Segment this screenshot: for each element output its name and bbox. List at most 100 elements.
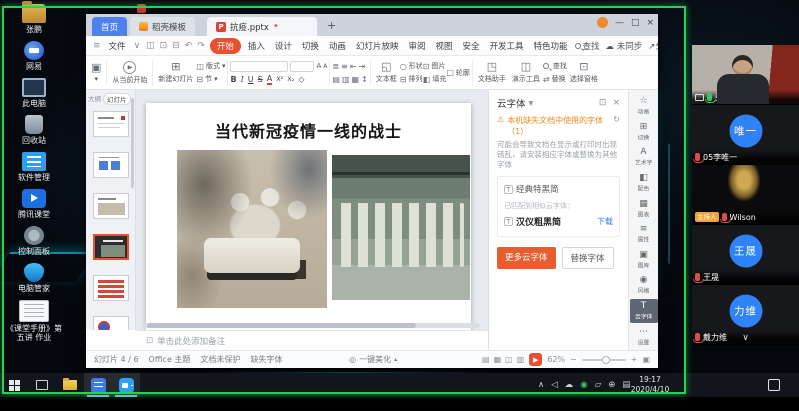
arrange-button[interactable]: ⊟排列 bbox=[400, 74, 423, 85]
theme-name[interactable]: Office 主题 bbox=[149, 354, 191, 365]
desktop-icon[interactable]: 此电脑 bbox=[2, 78, 66, 108]
file-explorer-button[interactable] bbox=[56, 373, 84, 397]
minimize-button[interactable]: — bbox=[615, 18, 624, 28]
find-button[interactable]: 查找 bbox=[575, 40, 600, 52]
refresh-icon[interactable]: ↻ bbox=[613, 115, 620, 124]
quick-tool-icon[interactable]: ↷ bbox=[196, 41, 206, 51]
menu-item[interactable]: 审阅 bbox=[405, 39, 428, 53]
view-mode-icon[interactable]: ▥ bbox=[517, 355, 525, 364]
volume-icon[interactable]: ◁ bbox=[551, 380, 558, 390]
view-mode-icon[interactable]: ▦ bbox=[494, 355, 502, 364]
number-list-icon[interactable]: ≡ bbox=[341, 62, 348, 71]
new-tab-button[interactable]: + bbox=[327, 19, 336, 32]
desktop-icon[interactable]: 控制面板 bbox=[2, 226, 66, 256]
menu-item[interactable]: 插入 bbox=[245, 39, 268, 53]
network-icon[interactable]: ▱ bbox=[595, 380, 602, 390]
quick-tool-icon[interactable]: ⊡ bbox=[159, 41, 169, 51]
doc-assistant-button[interactable]: ◳文档助手 bbox=[475, 57, 509, 88]
desktop-icon[interactable]: 张鹏 bbox=[2, 4, 66, 34]
fullscreen-button[interactable]: ▣ bbox=[642, 355, 650, 364]
align-right-icon[interactable]: ▦ bbox=[352, 75, 360, 84]
slide-thumbnail[interactable] bbox=[93, 152, 129, 178]
shrink-font-icon[interactable]: A bbox=[323, 63, 327, 70]
current-slide[interactable]: 当代新冠疫情一线的战士 bbox=[146, 103, 471, 330]
slide-thumbnail[interactable] bbox=[93, 193, 129, 219]
sidebar-tool-button[interactable]: ≡ 属性 bbox=[630, 222, 658, 247]
panel-comment-icon[interactable]: ⊡ bbox=[599, 98, 607, 108]
align-center-icon[interactable]: ▥ bbox=[342, 75, 350, 84]
menu-item[interactable]: 设计 bbox=[272, 39, 295, 53]
shape-button[interactable]: ○形状 bbox=[400, 61, 423, 72]
highlight-button[interactable]: ◇ bbox=[298, 75, 304, 84]
textbox-button[interactable]: ◱文本框 bbox=[373, 57, 400, 88]
notes-bar[interactable]: ⊡ 单击此处添加备注 bbox=[136, 330, 488, 350]
layout-button[interactable]: ◫版式▾ bbox=[196, 61, 225, 72]
slide-thumbnail[interactable] bbox=[93, 316, 129, 330]
view-mode-icon[interactable]: ▤ bbox=[482, 355, 490, 364]
user-avatar[interactable] bbox=[597, 17, 608, 28]
menu-item[interactable]: 切换 bbox=[299, 39, 322, 53]
present-tools-button[interactable]: ◫演示工具 bbox=[509, 57, 543, 88]
desktop-icon[interactable]: 回收站 bbox=[2, 115, 66, 145]
indent-decrease-icon[interactable]: ⇤ bbox=[350, 62, 357, 71]
sidebar-tool-button[interactable]: ▦ 图表 bbox=[630, 196, 658, 221]
desktop-icon[interactable]: 《课堂手册》第五讲 作业 bbox=[2, 300, 66, 342]
sidebar-tool-button[interactable]: ⋯ 设置 bbox=[630, 324, 658, 349]
task-view-button[interactable] bbox=[28, 373, 56, 397]
download-link[interactable]: 下载 bbox=[597, 216, 613, 227]
slideshow-play-button[interactable]: ▶ bbox=[529, 353, 542, 366]
zoom-slider-knob[interactable] bbox=[602, 356, 610, 364]
section-button[interactable]: ⊟节▾ bbox=[196, 74, 225, 85]
sidebar-tool-button[interactable]: T 云字体 bbox=[630, 299, 658, 324]
subscript-button[interactable]: X₂ bbox=[287, 75, 294, 83]
sidebar-tool-button[interactable]: ▣ 图库 bbox=[630, 248, 658, 273]
sync-status[interactable]: ☁ 未同步 bbox=[606, 40, 643, 52]
fill-button[interactable]: ◧填充 bbox=[423, 74, 447, 85]
selection-pane-button[interactable]: ⊡选择窗格 bbox=[567, 57, 601, 88]
watercolor-painting-image[interactable] bbox=[177, 150, 327, 308]
quick-tool-icon[interactable]: ◫ bbox=[145, 41, 156, 51]
outline-button[interactable]: □轮廓 bbox=[446, 67, 470, 78]
desktop-icon[interactable]: 网易 bbox=[2, 41, 66, 71]
horizontal-scrollbar[interactable] bbox=[144, 323, 480, 328]
menu-item[interactable]: 幻灯片放映 bbox=[353, 39, 402, 53]
start-button[interactable] bbox=[0, 373, 28, 397]
desktop-icon[interactable]: 腾讯课堂 bbox=[2, 189, 66, 219]
security-tray-icon[interactable]: ◉ bbox=[580, 380, 587, 390]
tab-docer[interactable]: 稻壳模板 bbox=[130, 17, 195, 36]
menu-file[interactable]: 文件 bbox=[106, 39, 129, 53]
missing-fonts-status[interactable]: 缺失字体 bbox=[250, 354, 282, 365]
bullet-list-icon[interactable]: ≣ bbox=[332, 62, 339, 71]
share-button[interactable]: ↗分享 bbox=[648, 40, 658, 52]
quick-tool-icon[interactable]: ↶ bbox=[184, 41, 194, 51]
protection-status[interactable]: 文档未保护 bbox=[200, 354, 240, 365]
panel-dropdown-icon[interactable]: ▾ bbox=[529, 98, 534, 109]
font-family-box[interactable] bbox=[230, 61, 288, 72]
meeting-taskbar-button[interactable] bbox=[112, 373, 140, 397]
zoom-out-button[interactable]: − bbox=[570, 355, 577, 364]
sidebar-tool-button[interactable]: ⊞ 切换 bbox=[630, 120, 658, 145]
taskbar-clock[interactable]: 19:17 2020/4/10 bbox=[630, 375, 670, 395]
sidebar-tool-button[interactable]: ◧ 配色 bbox=[630, 171, 658, 196]
ime-icon[interactable]: ⊕ bbox=[608, 380, 615, 390]
quick-tool-icon[interactable]: ⊟ bbox=[171, 41, 181, 51]
panel-close-icon[interactable]: × bbox=[612, 98, 620, 108]
cloud-tray-icon[interactable]: ☁ bbox=[565, 380, 574, 390]
zoom-in-button[interactable]: + bbox=[631, 355, 638, 364]
paste-button[interactable]: ▣▾ bbox=[88, 57, 104, 88]
menu-item[interactable]: 特色功能 bbox=[531, 39, 571, 53]
menu-item[interactable]: 动画 bbox=[326, 39, 349, 53]
replace-font-button[interactable]: 替换字体 bbox=[562, 247, 614, 269]
medical-team-photo-image[interactable] bbox=[332, 155, 470, 300]
desktop-icon[interactable]: 电脑管家 bbox=[2, 263, 66, 293]
font-color-button[interactable]: A bbox=[267, 74, 272, 85]
close-button[interactable]: × bbox=[646, 18, 654, 28]
grow-font-icon[interactable]: A bbox=[316, 62, 321, 70]
participant-tile[interactable]: 张鹏 bbox=[692, 45, 799, 105]
beautify-button[interactable]: ◎ 一键美化 ▴ bbox=[349, 354, 397, 365]
strike-button[interactable]: S bbox=[258, 75, 263, 84]
sidebar-tool-button[interactable]: ☆ 动画 bbox=[630, 94, 658, 119]
scrollbar-thumb[interactable] bbox=[147, 323, 416, 328]
superscript-button[interactable]: X² bbox=[276, 75, 283, 83]
zoom-slider[interactable] bbox=[582, 359, 626, 361]
